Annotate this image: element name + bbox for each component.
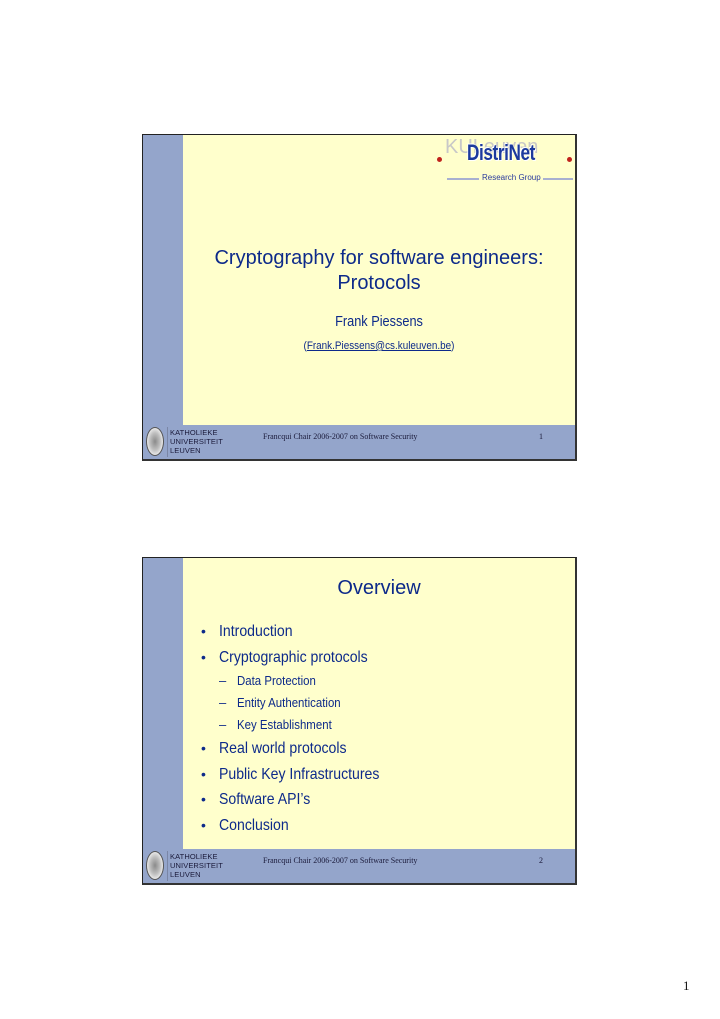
footer-chair-text: Francqui Chair 2006-2007 on Software Sec…	[263, 856, 418, 865]
list-item: Real world protocols	[199, 736, 401, 762]
red-dot-icon	[567, 157, 572, 162]
overview-list: Introduction Cryptographic protocols Dat…	[199, 619, 401, 838]
logo-subtitle: Research Group	[482, 173, 541, 182]
list-subitem: Key Establishment	[199, 714, 401, 736]
distrinet-wordmark: DistriNet	[467, 140, 536, 165]
title-line-1: Cryptography for software engineers:	[214, 247, 544, 269]
footer-chair-text: Francqui Chair 2006-2007 on Software Sec…	[263, 432, 418, 441]
title-line-2: Protocols	[337, 272, 421, 294]
slide-title: Overview	[337, 577, 421, 599]
university-line: KATHOLIEKE	[170, 428, 218, 437]
list-item: Public Key Infrastructures	[199, 762, 401, 788]
author-email: (Frank.Piessens@cs.kuleuven.be)	[203, 340, 556, 352]
slide-sidebar	[143, 558, 183, 849]
university-name: KATHOLIEKE UNIVERSITEIT LEUVEN	[170, 428, 223, 455]
university-seal-icon	[146, 427, 164, 456]
list-item: Software API’s	[199, 787, 401, 813]
university-line: KATHOLIEKE	[170, 852, 218, 861]
slide-title: Cryptography for software engineers: Pro…	[183, 246, 575, 296]
slide-sidebar	[143, 135, 183, 425]
university-seal-icon	[146, 851, 164, 880]
logo-rule-right	[543, 178, 573, 180]
slide-2: Overview Introduction Cryptographic prot…	[142, 557, 577, 885]
author-name: Frank Piessens	[335, 313, 423, 330]
university-line: LEUVEN	[170, 870, 201, 879]
footer-divider	[167, 427, 168, 457]
slide-number: 2	[539, 856, 543, 865]
list-item: Conclusion	[199, 813, 401, 839]
page-number: 1	[683, 978, 690, 993]
university-name: KATHOLIEKE UNIVERSITEIT LEUVEN	[170, 852, 223, 879]
list-item: Introduction	[199, 619, 401, 645]
distrinet-logo: KULeuven DistriNet Research Group	[435, 136, 575, 184]
footer-divider	[167, 851, 168, 881]
slide-1: KULeuven DistriNet Research Group Crypto…	[142, 134, 577, 461]
slide-number: 1	[539, 432, 543, 441]
red-dot-icon	[437, 157, 442, 162]
paren-close: )	[451, 340, 455, 352]
logo-rule-left	[447, 178, 479, 180]
university-line: LEUVEN	[170, 446, 201, 455]
list-subitem: Entity Authentication	[199, 692, 401, 714]
slide-footer: KATHOLIEKE UNIVERSITEIT LEUVEN Francqui …	[143, 849, 575, 883]
university-line: UNIVERSITEIT	[170, 861, 223, 870]
email-link[interactable]: Frank.Piessens@cs.kuleuven.be	[307, 340, 451, 352]
university-line: UNIVERSITEIT	[170, 437, 223, 446]
list-subitem: Data Protection	[199, 670, 401, 692]
slide-footer: KATHOLIEKE UNIVERSITEIT LEUVEN Francqui …	[143, 425, 575, 459]
list-item: Cryptographic protocols	[199, 645, 401, 671]
